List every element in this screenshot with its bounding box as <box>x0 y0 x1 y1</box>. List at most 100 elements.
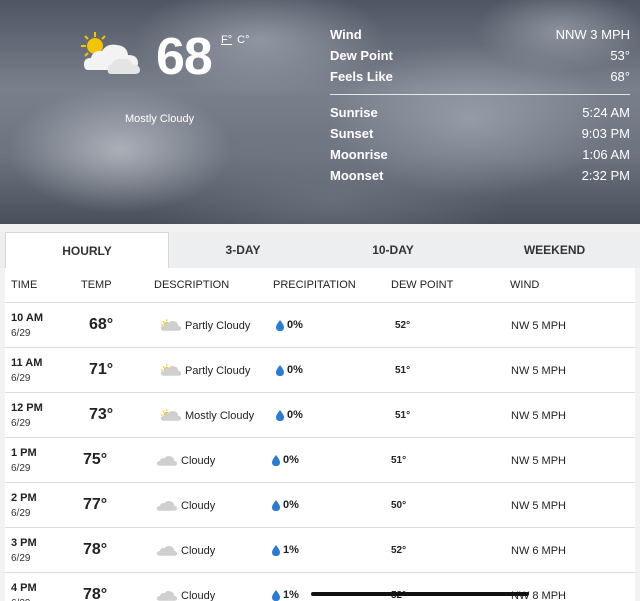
header-description: DESCRIPTION <box>154 279 230 291</box>
row-precipitation: 0% <box>272 499 299 511</box>
row-date: 6/29 <box>11 553 31 564</box>
dew-point-value: 53° <box>610 48 630 63</box>
table-row: 2 PM 6/29 77° Cloudy 0% 50° NW 5 MPH <box>5 483 635 528</box>
row-date: 6/29 <box>11 418 31 429</box>
table-header: TIME TEMP DESCRIPTION PRECIPITATION DEW … <box>5 268 635 303</box>
unit-toggle[interactable]: F° C° <box>221 34 254 46</box>
row-temp: 77° <box>83 496 108 513</box>
row-temp: 68° <box>89 316 114 333</box>
row-description-text: Cloudy <box>181 454 216 467</box>
row-description-text: Mostly Cloudy <box>185 409 255 422</box>
feels-like-value: 68° <box>610 69 630 84</box>
row-precipitation-value: 1% <box>283 589 299 601</box>
raindrop-icon <box>272 454 280 466</box>
feels-like-label: Feels Like <box>330 69 393 84</box>
current-condition: Mostly Cloudy <box>125 113 195 125</box>
cloud-icon <box>156 590 178 601</box>
row-precipitation-value: 1% <box>283 544 299 556</box>
row-date: 6/29 <box>11 373 31 384</box>
row-dew-point: 52° <box>391 545 407 556</box>
row-temp: 71° <box>89 361 114 378</box>
partly-cloudy-icon <box>160 319 182 331</box>
raindrop-icon <box>276 409 284 421</box>
row-description: Partly Cloudy <box>160 319 250 332</box>
forecast-tabs: HOURLY 3-DAY 10-DAY WEEKEND <box>0 232 640 268</box>
row-time: 3 PM <box>11 537 37 549</box>
header-wind: WIND <box>510 279 540 291</box>
row-dew-point: 52° <box>395 320 411 331</box>
row-description-text: Cloudy <box>181 589 216 601</box>
row-temp: 78° <box>83 541 108 558</box>
row-precipitation-value: 0% <box>287 409 303 421</box>
raindrop-icon <box>272 589 280 601</box>
raindrop-icon <box>276 319 284 331</box>
row-date: 6/29 <box>11 463 31 474</box>
sunrise-value: 5:24 AM <box>582 105 630 120</box>
dew-point-row: Dew Point 53° <box>330 45 630 66</box>
tab-weekend[interactable]: WEEKEND <box>469 232 640 268</box>
row-wind: NW 6 MPH <box>511 545 566 557</box>
sunrise-label: Sunrise <box>330 105 378 120</box>
wind-row: Wind NNW 3 MPH <box>330 24 630 45</box>
row-wind: NW 5 MPH <box>511 500 566 512</box>
wind-label: Wind <box>330 27 362 42</box>
header-temp: TEMP <box>81 279 112 291</box>
tab-10-day[interactable]: 10-DAY <box>317 232 469 268</box>
row-time: 1 PM <box>11 447 37 459</box>
header-time: TIME <box>11 279 38 291</box>
row-dew-point: 51° <box>391 455 407 466</box>
row-precipitation-value: 0% <box>287 319 303 331</box>
row-precipitation: 1% <box>272 544 299 556</box>
row-description: Cloudy <box>156 499 215 512</box>
row-wind: NW 5 MPH <box>511 455 566 467</box>
row-precipitation: 1% <box>272 589 299 601</box>
row-precipitation: 0% <box>276 364 303 376</box>
current-conditions-header: 68 F° C° Mostly Cloudy Wind NNW 3 MPH Dew… <box>0 0 640 224</box>
raindrop-icon <box>272 544 280 556</box>
moonset-value: 2:32 PM <box>581 168 630 183</box>
row-description-text: Cloudy <box>181 499 216 512</box>
tab-3-day[interactable]: 3-DAY <box>169 232 317 268</box>
table-row: 12 PM 6/29 73° Mostly Cloudy 0% 51° NW 5 MPH <box>5 393 635 438</box>
row-time: 4 PM <box>11 582 37 594</box>
row-wind: NW 5 MPH <box>511 410 566 422</box>
mostly-cloudy-icon <box>160 409 182 421</box>
row-description: Cloudy <box>156 544 215 557</box>
row-description-text: Partly Cloudy <box>185 319 251 332</box>
row-dew-point: 51° <box>395 410 411 421</box>
row-time: 12 PM <box>11 402 43 414</box>
moonrise-row: Moonrise 1:06 AM <box>330 144 630 165</box>
celsius-toggle[interactable]: C° <box>237 34 249 46</box>
row-description: Mostly Cloudy <box>160 409 254 422</box>
row-temp: 75° <box>83 451 108 468</box>
wind-value: NNW 3 MPH <box>555 27 630 42</box>
cloud-icon <box>156 455 178 466</box>
cloud-icon <box>156 500 178 511</box>
table-row: 11 AM 6/29 71° Partly Cloudy 0% 51° NW 5 MPH <box>5 348 635 393</box>
sunset-row: Sunset 9:03 PM <box>330 123 630 144</box>
tab-hourly[interactable]: HOURLY <box>5 232 169 268</box>
row-wind: NW 5 MPH <box>511 365 566 377</box>
row-date: 6/29 <box>11 508 31 519</box>
moonrise-label: Moonrise <box>330 147 388 162</box>
row-description: Cloudy <box>156 454 215 467</box>
moonset-row: Moonset 2:32 PM <box>330 165 630 186</box>
sunset-value: 9:03 PM <box>581 126 630 141</box>
sunset-label: Sunset <box>330 126 374 141</box>
row-dew-point: 51° <box>395 365 411 376</box>
table-row: 10 AM 6/29 68° Partly Cloudy 0% 52° NW 5 MPH <box>5 303 635 348</box>
current-temperature: 68 <box>156 28 213 86</box>
feels-like-row: Feels Like 68° <box>330 66 630 87</box>
row-description: Cloudy <box>156 589 215 601</box>
row-time: 11 AM <box>11 357 43 369</box>
moonset-label: Moonset <box>330 168 384 183</box>
hourly-forecast-table: TIME TEMP DESCRIPTION PRECIPITATION DEW … <box>5 268 635 601</box>
home-indicator[interactable] <box>311 592 529 596</box>
partly-cloudy-icon <box>81 32 140 74</box>
row-precipitation: 0% <box>276 409 303 421</box>
fahrenheit-toggle[interactable]: F° <box>221 34 232 46</box>
row-precipitation-value: 0% <box>283 499 299 511</box>
raindrop-icon <box>276 364 284 376</box>
table-row: 4 PM6/2978°Cloudy1%52°NW 8 MPH <box>5 573 635 601</box>
row-temp: 73° <box>89 406 114 423</box>
